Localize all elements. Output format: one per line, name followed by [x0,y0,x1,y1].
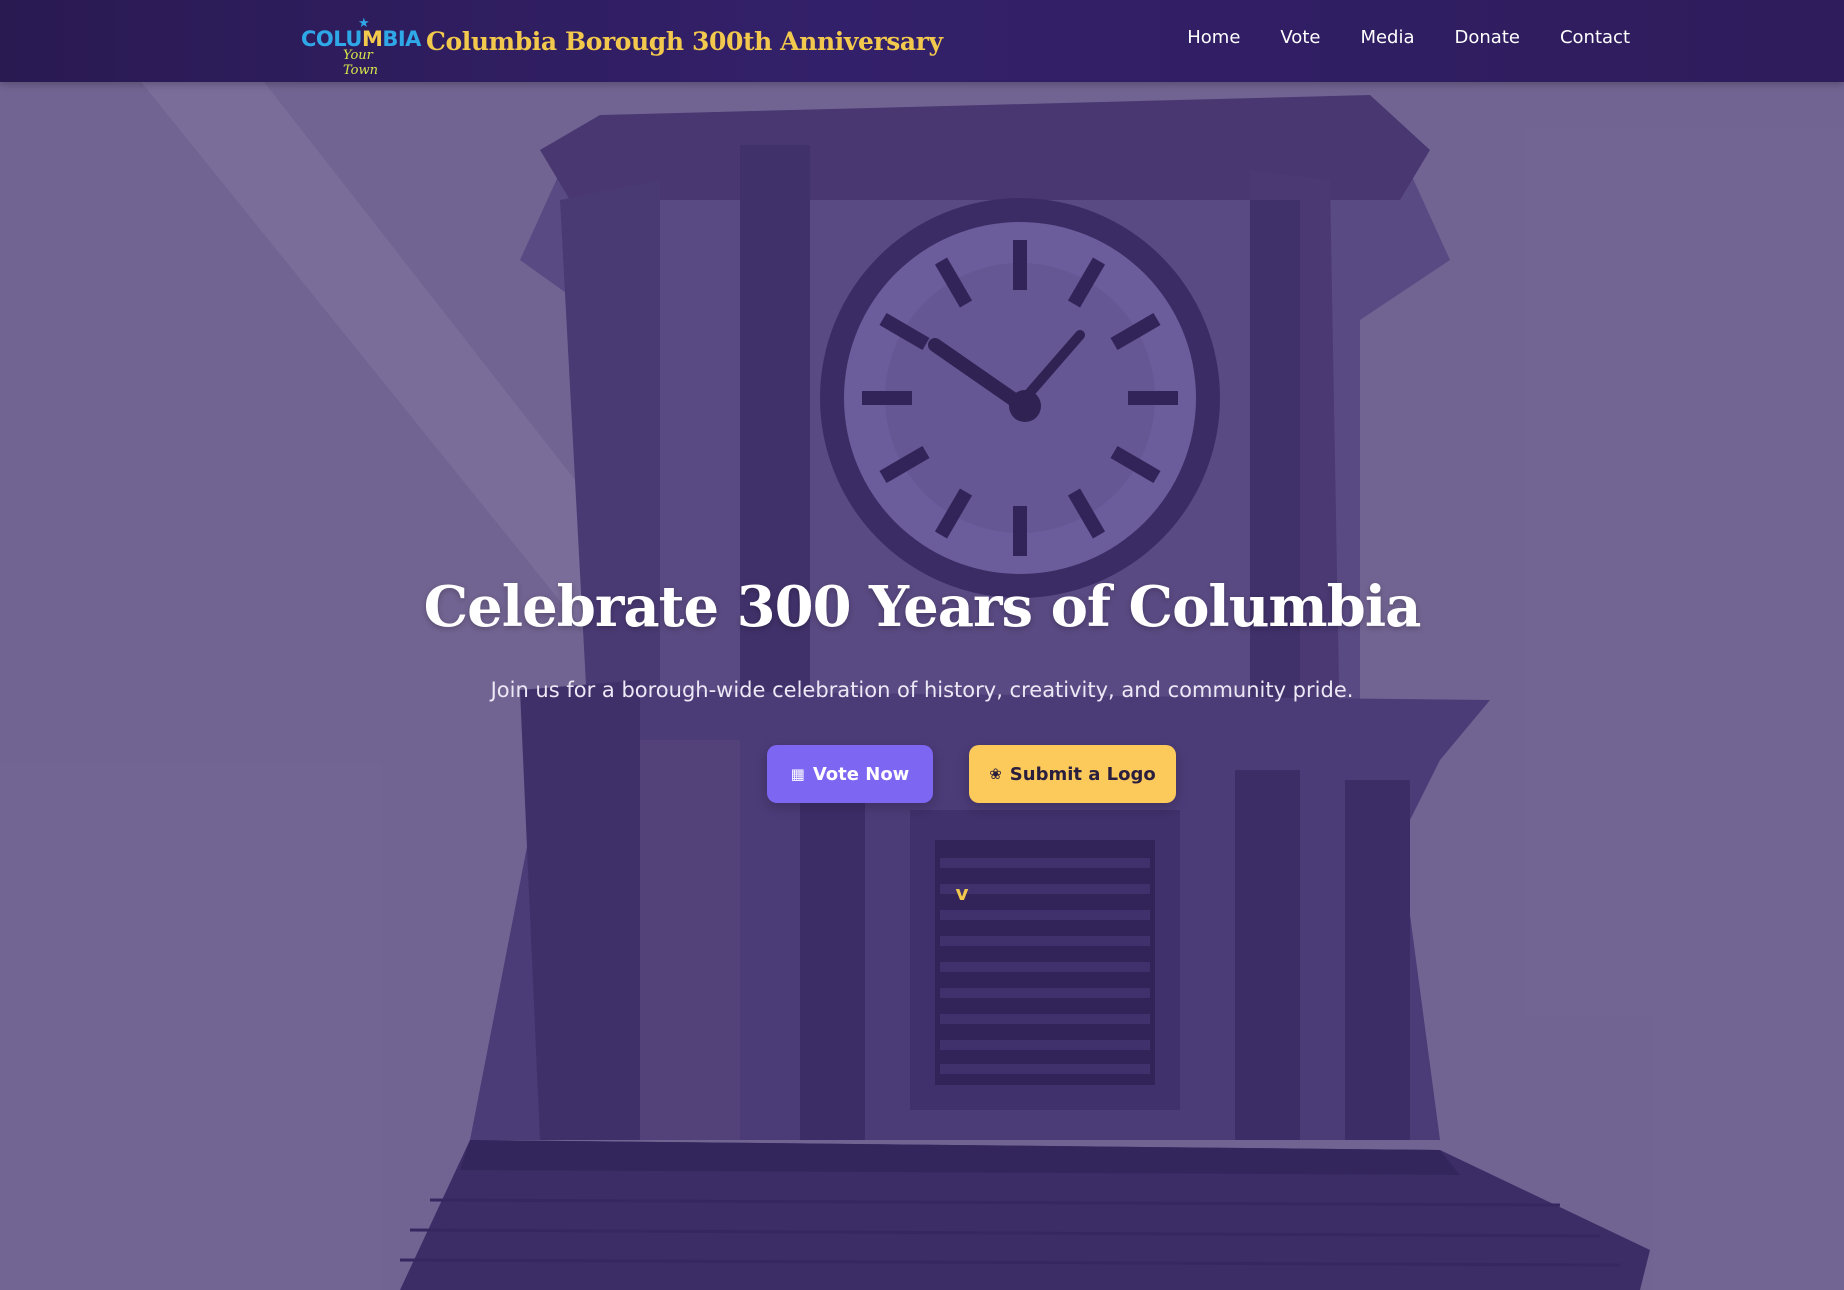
nav-donate[interactable]: Donate [1455,27,1520,48]
nav-media[interactable]: Media [1360,27,1414,48]
hero-tint-overlay [0,0,1844,1290]
vote-now-label: Vote Now [812,763,910,785]
vote-now-button[interactable]: ▦ Vote Now [767,745,933,803]
nav-home[interactable]: Home [1187,27,1240,48]
submit-logo-button[interactable]: ❀ Submit a Logo [969,745,1176,803]
palette-icon: ❀ [989,764,1002,783]
hero-background [0,0,1844,1290]
nav-vote[interactable]: Vote [1280,27,1320,48]
hero-title: Celebrate 300 Years of Columbia [423,574,1422,640]
main-nav: Home Vote Media Donate Contact [1187,0,1630,74]
site-title[interactable]: Columbia Borough 300th Anniversary [426,27,943,56]
nav-contact[interactable]: Contact [1560,27,1630,48]
hero-subtitle: Join us for a borough-wide celebration o… [490,678,1354,702]
site-header: ★ COLUMBIA Your Town Columbia Borough 30… [0,0,1844,82]
columbia-logo[interactable]: ★ COLUMBIA Your Town [300,13,421,78]
logo-tagline: Your Town [343,48,378,78]
brand[interactable]: ★ COLUMBIA Your Town Columbia Borough 30… [300,10,943,78]
ballot-box-icon: ▦ [790,764,805,783]
submit-logo-label: Submit a Logo [1009,763,1156,785]
scroll-down-chevron-icon[interactable]: v [954,883,970,903]
